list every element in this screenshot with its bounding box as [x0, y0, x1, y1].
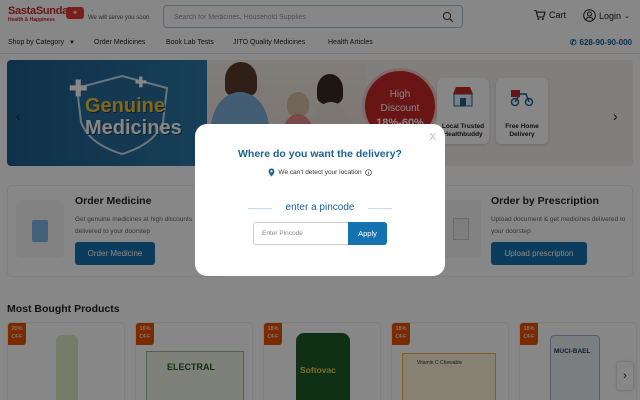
- divider-right: [368, 208, 392, 209]
- info-icon[interactable]: [364, 169, 372, 176]
- location-status: We can't detect your location: [195, 168, 445, 177]
- pincode-heading: enter a pincode: [248, 202, 392, 214]
- modal-title: Where do you want the delivery?: [238, 148, 402, 160]
- location-pin-icon: [269, 168, 275, 177]
- apply-button[interactable]: Apply: [348, 222, 387, 245]
- location-message: We can't detect your location: [278, 169, 362, 176]
- delivery-location-modal: X Where do you want the delivery? We can…: [195, 124, 445, 276]
- close-icon[interactable]: X: [429, 132, 436, 143]
- pincode-input[interactable]: [253, 222, 349, 245]
